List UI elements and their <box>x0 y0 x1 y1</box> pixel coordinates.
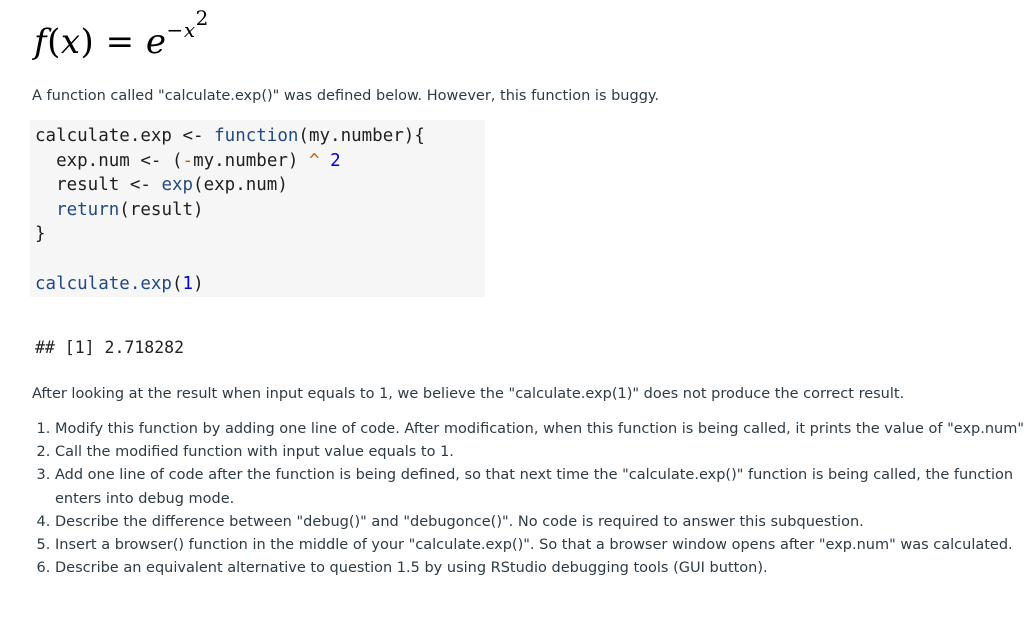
question-item: Insert a browser() function in the middl… <box>55 534 1024 557</box>
formula-close: ) <box>80 21 95 62</box>
code-line: exp.num <- (-my.number) ^ 2 <box>35 151 341 171</box>
formula-exponent: −x2 <box>166 6 209 42</box>
code-token: exp.num <- ( <box>35 150 183 171</box>
exponent-sign: − <box>166 17 184 42</box>
code-token: my.number) <box>193 150 309 171</box>
code-token: ( <box>171 273 183 294</box>
code-line: } <box>35 224 46 244</box>
code-token: (exp.num) <box>193 175 288 196</box>
exponent-var: x <box>183 17 196 42</box>
question-item: Describe the difference between "debug()… <box>55 511 1024 534</box>
formula-equals: = <box>94 21 146 62</box>
question-item: Describe an equivalent alternative to qu… <box>55 557 1024 580</box>
code-token: 2 <box>330 150 341 171</box>
code-content: calculate.exp <- function(my.number){ ex… <box>30 120 485 296</box>
after-text: After looking at the result when input e… <box>32 386 905 402</box>
formula-var: x <box>60 21 81 62</box>
code-token: - <box>182 150 194 171</box>
intro-text: A function called "calculate.exp()" was … <box>32 88 660 104</box>
code-line: calculate.exp(1) <box>35 274 204 294</box>
code-token: ^ <box>308 150 320 171</box>
formula-base: e <box>145 21 167 62</box>
code-token: ) <box>193 273 204 294</box>
code-token: calculate.exp <box>35 273 172 294</box>
code-token: (my.number){ <box>298 126 425 146</box>
code-token: 1 <box>182 273 194 294</box>
code-token: (result) <box>119 199 204 220</box>
formula: f(x) = e−x2 <box>34 6 209 62</box>
code-token: calculate.exp <- <box>35 126 215 146</box>
code-token: exp <box>161 175 194 196</box>
formula-open: ( <box>47 21 61 62</box>
code-token: } <box>35 224 46 245</box>
code-line: result <- exp(exp.num) <box>35 175 288 195</box>
question-item: Modify this function by adding one line … <box>55 418 1024 441</box>
code-line: return(result) <box>35 200 204 220</box>
code-output: ## [1] 2.718282 <box>35 338 185 357</box>
code-block: calculate.exp <- function(my.number){ ex… <box>30 120 485 297</box>
code-line: calculate.exp <- function(my.number){ <box>35 126 425 146</box>
code-token: result <- <box>35 175 162 196</box>
formula-func: f <box>34 21 48 62</box>
question-item: Add one line of code after the function … <box>55 464 1024 510</box>
code-token: function <box>214 126 299 146</box>
code-token: return <box>56 199 120 220</box>
exponent-power: 2 <box>195 6 209 30</box>
question-list: Modify this function by adding one line … <box>32 418 1024 580</box>
question-item: Call the modified function with input va… <box>55 441 1024 464</box>
